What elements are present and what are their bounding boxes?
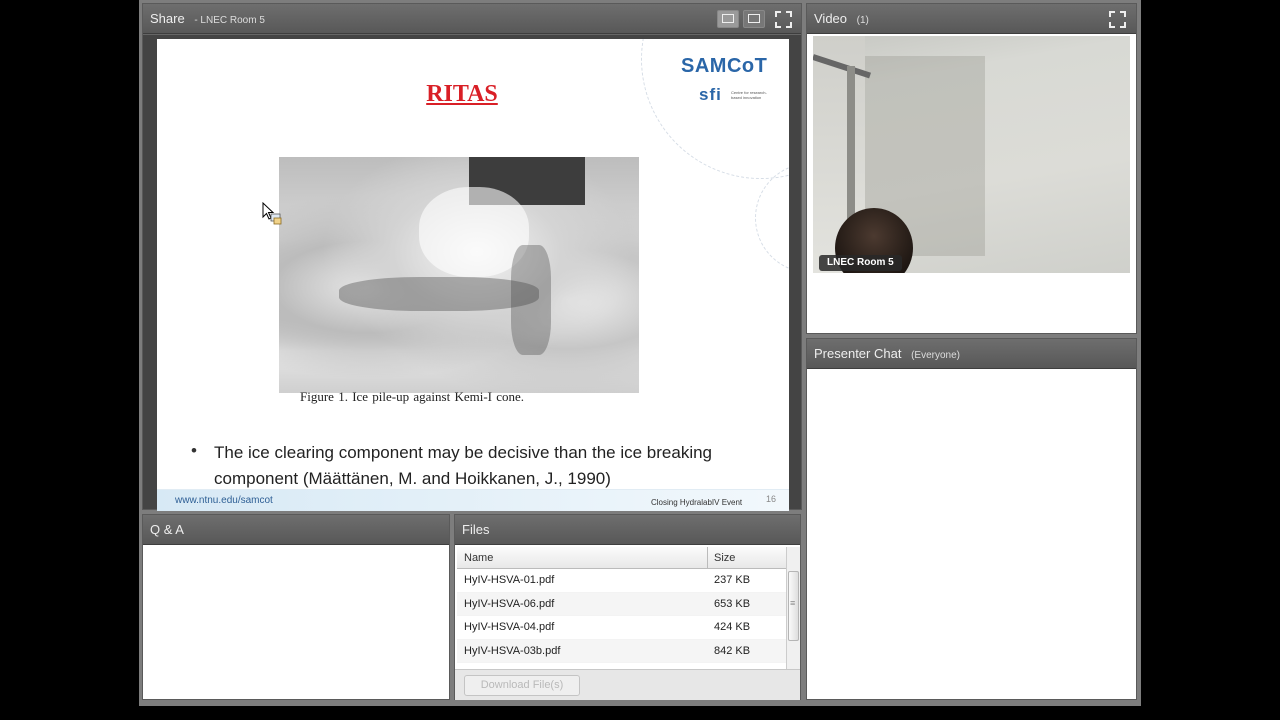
video-count: (1) bbox=[856, 15, 869, 26]
chat-pod-header: Presenter Chat (Everyone) bbox=[807, 339, 1136, 369]
bullet-text: The ice clearing component may be decisi… bbox=[214, 443, 713, 488]
file-size: 237 KB bbox=[714, 574, 751, 586]
screen-icon bbox=[722, 14, 734, 23]
bullet-mark: • bbox=[191, 441, 197, 460]
files-pod: Files Name Size HyIV-HSVA-01.pdf 237 KB … bbox=[454, 514, 801, 700]
video-feed[interactable]: LNEC Room 5 bbox=[813, 36, 1130, 273]
scrollbar-thumb[interactable] bbox=[788, 571, 799, 641]
ice-pileup-photo bbox=[279, 157, 639, 393]
file-name: HyIV-HSVA-06.pdf bbox=[464, 597, 555, 610]
share-pod-header: Share - LNEC Room 5 bbox=[143, 4, 801, 34]
video-pod-title: Video bbox=[814, 11, 848, 26]
video-pod: Video (1) LNEC Room 5 bbox=[806, 3, 1137, 334]
share-fit-button[interactable] bbox=[743, 10, 765, 28]
slide-page-number: 16 bbox=[766, 494, 777, 504]
samcot-logo: SAMCoT bbox=[681, 55, 768, 77]
qa-pod: Q & A bbox=[142, 514, 450, 700]
files-scrollbar[interactable] bbox=[786, 547, 800, 670]
slide-title: RITAS bbox=[426, 81, 498, 107]
file-name: HyIV-HSVA-03b.pdf bbox=[464, 644, 561, 657]
sfi-logo: sfi bbox=[699, 85, 722, 104]
qa-body bbox=[143, 546, 449, 699]
column-size[interactable]: Size bbox=[714, 552, 735, 564]
maximize-icon[interactable] bbox=[775, 11, 792, 28]
cursor-icon bbox=[262, 202, 282, 225]
presentation-slide: SAMCoT sfi Centre for research-based inn… bbox=[157, 39, 789, 511]
file-name: HyIV-HSVA-01.pdf bbox=[464, 574, 555, 586]
footer-url: www.ntnu.edu/samcot bbox=[175, 495, 273, 506]
qa-pod-header: Q & A bbox=[143, 515, 449, 545]
share-pod: Share - LNEC Room 5 SAMCoT sfi Centre fo… bbox=[142, 3, 802, 511]
share-pod-title: Share bbox=[150, 11, 185, 26]
files-pod-header: Files bbox=[455, 515, 800, 545]
table-row[interactable]: HyIV-HSVA-06.pdf 653 KB bbox=[457, 592, 787, 616]
file-size: 842 KB bbox=[714, 644, 751, 657]
download-files-button[interactable]: Download File(s) bbox=[464, 675, 580, 696]
table-row[interactable]: HyIV-HSVA-01.pdf 237 KB bbox=[457, 569, 787, 593]
video-feed-label: LNEC Room 5 bbox=[819, 255, 902, 271]
chat-messages bbox=[807, 370, 1136, 699]
file-size: 653 KB bbox=[714, 597, 751, 610]
qa-pod-title: Q & A bbox=[150, 522, 184, 537]
footer-event: Closing HydralabIV Event bbox=[651, 498, 743, 507]
presenter-chat-pod: Presenter Chat (Everyone) bbox=[806, 338, 1137, 700]
column-name[interactable]: Name bbox=[464, 552, 493, 564]
sfi-logo-text: Centre for research-based innovation bbox=[731, 90, 767, 100]
share-pod-subtitle: - LNEC Room 5 bbox=[194, 15, 265, 26]
files-pod-title: Files bbox=[462, 522, 490, 537]
meeting-stage: Share - LNEC Room 5 SAMCoT sfi Centre fo… bbox=[139, 0, 1141, 706]
files-footer: Download File(s) bbox=[455, 669, 800, 700]
figure-caption: Figure 1. Ice pile-up against Kemi-I con… bbox=[300, 389, 525, 404]
slide-footer: www.ntnu.edu/samcot Closing HydralabIV E… bbox=[157, 489, 789, 511]
chat-audience[interactable]: (Everyone) bbox=[911, 350, 960, 361]
table-row[interactable]: HyIV-HSVA-03b.pdf 842 KB bbox=[457, 639, 787, 663]
video-pod-header: Video (1) bbox=[807, 4, 1136, 34]
files-table: Name Size HyIV-HSVA-01.pdf 237 KB HyIV-H… bbox=[457, 547, 787, 663]
slide-decoration bbox=[755, 163, 789, 273]
share-view-button[interactable] bbox=[717, 10, 739, 28]
files-table-header: Name Size bbox=[457, 547, 787, 569]
table-row[interactable]: HyIV-HSVA-04.pdf 424 KB bbox=[457, 616, 787, 640]
screen-icon bbox=[748, 14, 760, 23]
share-pod-body: SAMCoT sfi Centre for research-based inn… bbox=[143, 35, 801, 511]
file-name: HyIV-HSVA-04.pdf bbox=[464, 621, 555, 633]
maximize-icon[interactable] bbox=[1109, 11, 1126, 28]
file-size: 424 KB bbox=[714, 621, 751, 633]
chat-pod-title: Presenter Chat bbox=[814, 346, 902, 361]
